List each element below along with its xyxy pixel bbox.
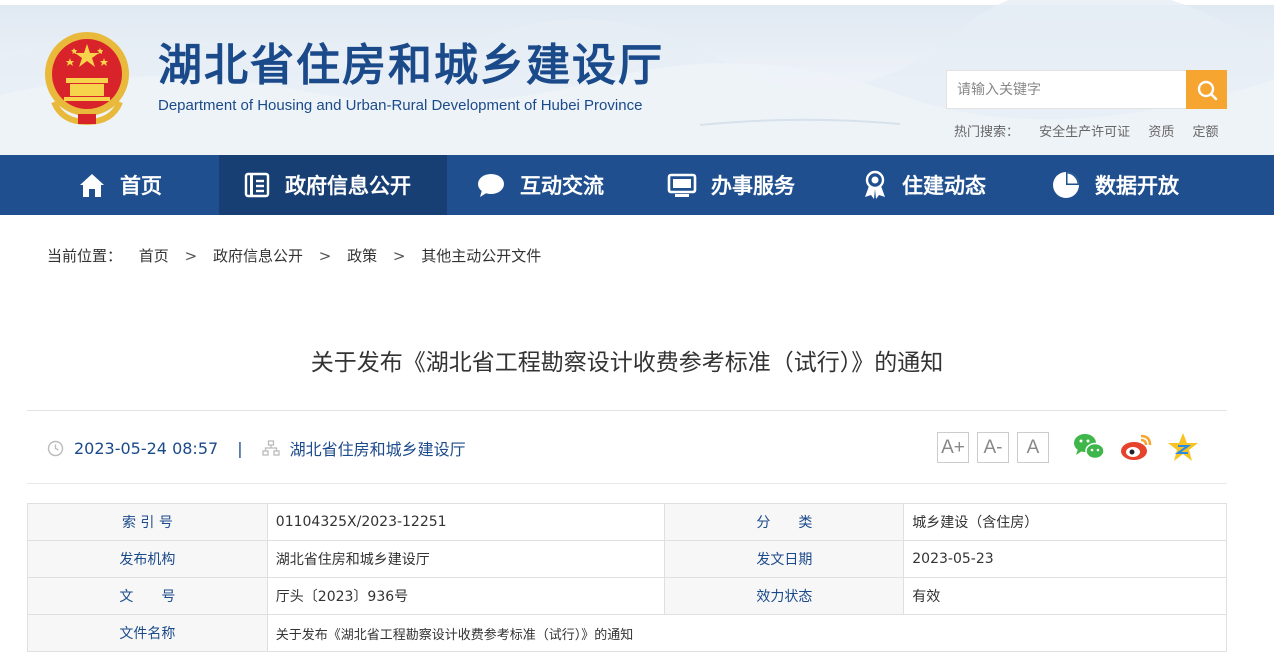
national-emblem-icon — [45, 32, 129, 126]
search-button[interactable] — [1186, 70, 1227, 109]
doc-no-label: 文 号 — [27, 577, 268, 615]
document-info-table: 索 引 号 01104325X/2023-12251 分 类 城乡建设（含住房）… — [27, 503, 1228, 652]
divider — [27, 410, 1227, 411]
nav-item-label: 办事服务 — [711, 174, 795, 198]
table-row: 发布机构 湖北省住房和城乡建设厅 发文日期 2023-05-23 — [27, 540, 1227, 578]
breadcrumb-link-gov-info[interactable]: 政府信息公开 — [213, 247, 303, 265]
issuer-label: 发布机构 — [27, 540, 268, 578]
nav-item-label: 首页 — [120, 174, 162, 198]
nav-item-news[interactable]: 住建动态 — [862, 155, 986, 215]
nav-item-label: 政府信息公开 — [285, 174, 411, 198]
font-size-reset-label: A — [1026, 436, 1040, 458]
clock-icon — [47, 440, 64, 456]
nav-item-label: 数据开放 — [1095, 174, 1179, 198]
weibo-icon[interactable] — [1119, 431, 1153, 463]
wechat-icon[interactable] — [1072, 431, 1106, 463]
font-size-increase-button[interactable]: A+ — [937, 432, 969, 463]
font-size-decrease-label: A- — [983, 436, 1003, 458]
status-label: 效力状态 — [664, 577, 905, 615]
divider — [27, 483, 1227, 484]
breadcrumb-link-other-files[interactable]: 其他主动公开文件 — [421, 247, 541, 265]
font-size-decrease-button[interactable]: A- — [977, 432, 1009, 463]
category-label: 分 类 — [664, 503, 905, 541]
site-title: 湖北省住房和城乡建设厅 — [158, 40, 664, 91]
meta-separator: | — [237, 438, 243, 458]
breadcrumb-label: 当前位置： — [47, 247, 123, 265]
index-no-label: 索 引 号 — [27, 503, 268, 541]
nav-item-label: 互动交流 — [520, 174, 604, 198]
nav-item-interaction[interactable]: 互动交流 — [476, 155, 604, 215]
qzone-icon[interactable] — [1166, 431, 1200, 463]
search-icon — [1197, 80, 1217, 100]
breadcrumb-separator: > — [392, 247, 406, 265]
site-subtitle: Department of Housing and Urban-Rural De… — [158, 97, 643, 114]
font-size-reset-button[interactable]: A — [1017, 432, 1049, 463]
breadcrumb: 当前位置： 首页 > 政府信息公开 > 政策 > 其他主动公开文件 — [47, 245, 541, 266]
table-row: 索 引 号 01104325X/2023-12251 分 类 城乡建设（含住房） — [27, 503, 1227, 541]
issue-date-value: 2023-05-23 — [903, 540, 1227, 578]
publish-datetime: 2023-05-24 08:57 — [74, 438, 219, 458]
site-header: 湖北省住房和城乡建设厅 Department of Housing and Ur… — [0, 0, 1274, 155]
hot-search-term[interactable]: 定额 — [1192, 125, 1218, 140]
hot-search-term[interactable]: 资质 — [1148, 125, 1174, 140]
nav-item-gov-info[interactable]: 政府信息公开 — [219, 155, 447, 215]
category-value: 城乡建设（含住房） — [903, 503, 1227, 541]
search-input[interactable] — [946, 70, 1186, 109]
organization-icon — [261, 439, 280, 456]
nav-item-home[interactable]: 首页 — [78, 155, 162, 215]
table-row: 文 号 厅头〔2023〕936号 效力状态 有效 — [27, 577, 1227, 615]
medal-icon — [865, 170, 885, 199]
document-icon — [244, 172, 270, 198]
status-value: 有效 — [903, 577, 1227, 615]
font-size-increase-label: A+ — [941, 436, 965, 458]
home-icon — [80, 174, 104, 197]
hot-search: 热门搜索： 安全生产许可证 资质 定额 — [954, 121, 1232, 140]
table-row: 文件名称 关于发布《湖北省工程勘察设计收费参考标准（试行）》的通知 — [27, 614, 1228, 652]
monitor-icon — [667, 173, 697, 197]
breadcrumb-link-home[interactable]: 首页 — [139, 247, 169, 265]
nav-item-label: 住建动态 — [902, 174, 986, 198]
nav-item-services[interactable]: 办事服务 — [667, 155, 795, 215]
pie-chart-icon — [1053, 172, 1079, 198]
index-no-value: 01104325X/2023-12251 — [266, 503, 666, 541]
doc-name-value: 关于发布《湖北省工程勘察设计收费参考标准（试行）》的通知 — [266, 614, 1228, 652]
issue-date-label: 发文日期 — [664, 540, 905, 578]
main-nav: 首页 政府信息公开 互动交流 办事服务 住建动态 数据开放 — [0, 155, 1274, 215]
issuer-value: 湖北省住房和城乡建设厅 — [266, 540, 666, 578]
article-title: 关于发布《湖北省工程勘察设计收费参考标准（试行）》的通知 — [310, 350, 944, 376]
chat-icon — [478, 174, 504, 197]
hot-search-label: 热门搜索： — [954, 125, 1020, 140]
breadcrumb-separator: > — [318, 247, 332, 265]
hot-search-term[interactable]: 安全生产许可证 — [1039, 125, 1130, 140]
nav-item-open-data[interactable]: 数据开放 — [1051, 155, 1179, 215]
doc-no-value: 厅头〔2023〕936号 — [266, 577, 666, 615]
doc-name-label: 文件名称 — [27, 614, 268, 652]
breadcrumb-link-policy[interactable]: 政策 — [347, 247, 377, 265]
article-meta: 2023-05-24 08:57 | 湖北省住房和城乡建设厅 — [47, 436, 466, 460]
publish-source: 湖北省住房和城乡建设厅 — [289, 440, 466, 459]
breadcrumb-separator: > — [184, 247, 198, 265]
